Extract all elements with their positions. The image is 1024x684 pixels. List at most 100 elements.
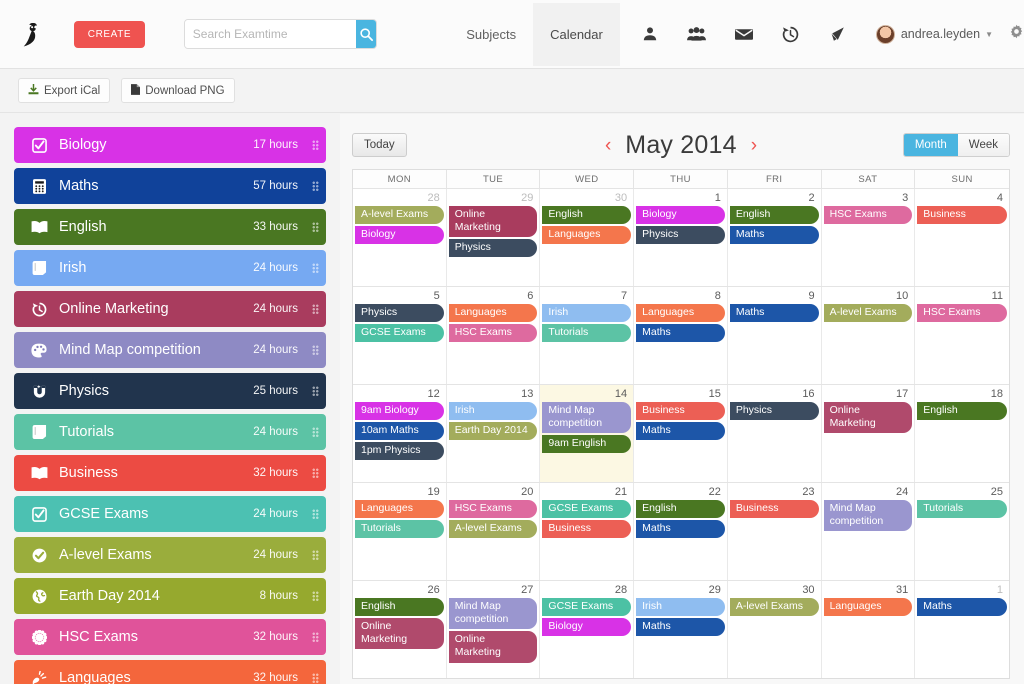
calendar-event[interactable]: Maths xyxy=(636,520,725,539)
calendar-event[interactable]: GCSE Exams xyxy=(542,500,632,519)
calendar-day-cell[interactable]: 21 GCSE Exams Business xyxy=(540,483,635,580)
calendar-day-cell[interactable]: 20 HSC Exams A-level Exams xyxy=(447,483,541,580)
calendar-day-cell[interactable]: 13 Irish Earth Day 2014 xyxy=(447,385,541,482)
calendar-event[interactable]: Maths xyxy=(636,618,725,637)
calendar-day-cell[interactable]: 31 Languages xyxy=(822,581,916,678)
view-button-week[interactable]: Week xyxy=(957,134,1009,156)
calendar-event[interactable]: Online Marketing xyxy=(448,206,538,238)
calendar-event[interactable]: Maths xyxy=(917,598,1007,617)
calendar-event[interactable]: A-level Exams xyxy=(448,520,538,539)
calendar-day-cell[interactable]: 25 Tutorials xyxy=(915,483,1009,580)
calendar-event[interactable]: Maths xyxy=(636,324,725,343)
calendar-day-cell[interactable]: 5 Physics GCSE Exams xyxy=(353,287,447,384)
calendar-day-cell[interactable]: 28 A-level Exams Biology xyxy=(353,189,447,286)
calendar-day-cell[interactable]: 11 HSC Exams xyxy=(915,287,1009,384)
calendar-day-cell[interactable]: 1 Maths xyxy=(915,581,1009,678)
calendar-event[interactable]: GCSE Exams xyxy=(355,324,444,343)
sidebar-subject-item[interactable]: Languages 32 hours xyxy=(14,660,326,684)
user-icon[interactable] xyxy=(640,26,660,42)
calendar-event[interactable]: Mind Map competition xyxy=(542,402,632,434)
user-menu[interactable]: andrea.leyden ▼ xyxy=(875,24,993,44)
calendar-event[interactable]: Biology xyxy=(542,618,632,637)
calendar-event[interactable]: Online Marketing xyxy=(448,631,538,663)
create-button[interactable]: CREATE xyxy=(74,20,145,48)
drag-handle-icon[interactable] xyxy=(308,127,322,163)
calendar-event[interactable]: Languages xyxy=(636,304,725,323)
nav-link-calendar[interactable]: Calendar xyxy=(533,2,620,66)
calendar-event[interactable]: 9am English xyxy=(542,435,632,454)
calendar-event[interactable]: Maths xyxy=(729,304,819,323)
calendar-event[interactable]: English xyxy=(729,206,819,225)
calendar-day-cell[interactable]: 10 A-level Exams xyxy=(822,287,916,384)
sidebar-subject-item[interactable]: Mind Map competition 24 hours xyxy=(14,332,326,368)
group-icon[interactable] xyxy=(687,26,707,42)
calendar-day-cell[interactable]: 8 Languages Maths xyxy=(634,287,728,384)
calendar-day-cell[interactable]: 14 Mind Map competition 9am English xyxy=(540,385,635,482)
calendar-event[interactable]: Business xyxy=(542,520,632,539)
drag-handle-icon[interactable] xyxy=(308,455,322,491)
drag-handle-icon[interactable] xyxy=(308,660,322,684)
calendar-event[interactable]: HSC Exams xyxy=(823,206,913,225)
calendar-event[interactable]: Irish xyxy=(636,598,725,617)
history-icon[interactable] xyxy=(781,26,801,43)
calendar-event[interactable]: Business xyxy=(917,206,1007,225)
drag-handle-icon[interactable] xyxy=(308,209,322,245)
sidebar-subject-item[interactable]: Online Marketing 24 hours xyxy=(14,291,326,327)
sidebar-subject-item[interactable]: Irish 24 hours xyxy=(14,250,326,286)
calendar-day-cell[interactable]: 27 Mind Map competition Online Marketing xyxy=(447,581,541,678)
drag-handle-icon[interactable] xyxy=(308,619,322,655)
calendar-event[interactable]: English xyxy=(636,500,725,519)
calendar-event[interactable]: Maths xyxy=(636,422,725,441)
nav-link-subjects[interactable]: Subjects xyxy=(449,14,533,55)
drag-handle-icon[interactable] xyxy=(308,414,322,450)
calendar-event[interactable]: 9am Biology xyxy=(355,402,444,421)
calendar-day-cell[interactable]: 3 HSC Exams xyxy=(822,189,916,286)
calendar-day-cell[interactable]: 23 Business xyxy=(728,483,822,580)
calendar-day-cell[interactable]: 9 Maths xyxy=(728,287,822,384)
calendar-day-cell[interactable]: 29 Online Marketing Physics xyxy=(447,189,541,286)
owl-logo-icon[interactable] xyxy=(6,19,56,49)
calendar-event[interactable]: 10am Maths xyxy=(355,422,444,441)
calendar-day-cell[interactable]: 29 Irish Maths xyxy=(634,581,728,678)
view-button-month[interactable]: Month xyxy=(903,134,958,156)
calendar-event[interactable]: English xyxy=(917,402,1007,421)
calendar-event[interactable]: English xyxy=(355,598,444,617)
gear-icon[interactable] xyxy=(1009,24,1024,44)
today-button[interactable]: Today xyxy=(352,133,407,157)
calendar-event[interactable]: Irish xyxy=(542,304,632,323)
megaphone-icon[interactable] xyxy=(828,26,848,42)
calendar-event[interactable]: Mind Map competition xyxy=(823,500,913,532)
calendar-event[interactable]: Languages xyxy=(823,598,913,617)
drag-handle-icon[interactable] xyxy=(308,332,322,368)
calendar-day-cell[interactable]: 7 Irish Tutorials xyxy=(540,287,635,384)
calendar-event[interactable]: English xyxy=(542,206,632,225)
sidebar-subject-item[interactable]: Tutorials 24 hours xyxy=(14,414,326,450)
calendar-event[interactable]: Maths xyxy=(729,226,819,245)
calendar-event[interactable]: Languages xyxy=(448,304,538,323)
calendar-day-cell[interactable]: 24 Mind Map competition xyxy=(822,483,916,580)
calendar-event[interactable]: Physics xyxy=(636,226,725,245)
calendar-event[interactable]: HSC Exams xyxy=(448,324,538,343)
calendar-event[interactable]: A-level Exams xyxy=(823,304,913,323)
export-ical-button[interactable]: Export iCal xyxy=(18,78,111,103)
calendar-day-cell[interactable]: 18 English xyxy=(915,385,1009,482)
calendar-event[interactable]: 1pm Physics xyxy=(355,442,444,461)
calendar-day-cell[interactable]: 28 GCSE Exams Biology xyxy=(540,581,635,678)
calendar-event[interactable]: HSC Exams xyxy=(448,500,538,519)
search-icon[interactable] xyxy=(355,20,377,48)
calendar-day-cell[interactable]: 12 9am Biology 10am Maths 1pm Physics xyxy=(353,385,447,482)
sidebar-subject-item[interactable]: Business 32 hours xyxy=(14,455,326,491)
sidebar-subject-item[interactable]: GCSE Exams 24 hours xyxy=(14,496,326,532)
calendar-event[interactable]: Online Marketing xyxy=(355,618,444,650)
calendar-event[interactable]: Biology xyxy=(355,226,444,245)
calendar-event[interactable]: Biology xyxy=(636,206,725,225)
calendar-event[interactable]: Tutorials xyxy=(542,324,632,343)
calendar-day-cell[interactable]: 19 Languages Tutorials xyxy=(353,483,447,580)
sidebar-subject-item[interactable]: English 33 hours xyxy=(14,209,326,245)
sidebar-subject-item[interactable]: Physics 25 hours xyxy=(14,373,326,409)
drag-handle-icon[interactable] xyxy=(308,168,322,204)
calendar-day-cell[interactable]: 26 English Online Marketing xyxy=(353,581,447,678)
calendar-event[interactable]: Physics xyxy=(448,239,538,258)
calendar-day-cell[interactable]: 22 English Maths xyxy=(634,483,728,580)
calendar-event[interactable]: Mind Map competition xyxy=(448,598,538,630)
